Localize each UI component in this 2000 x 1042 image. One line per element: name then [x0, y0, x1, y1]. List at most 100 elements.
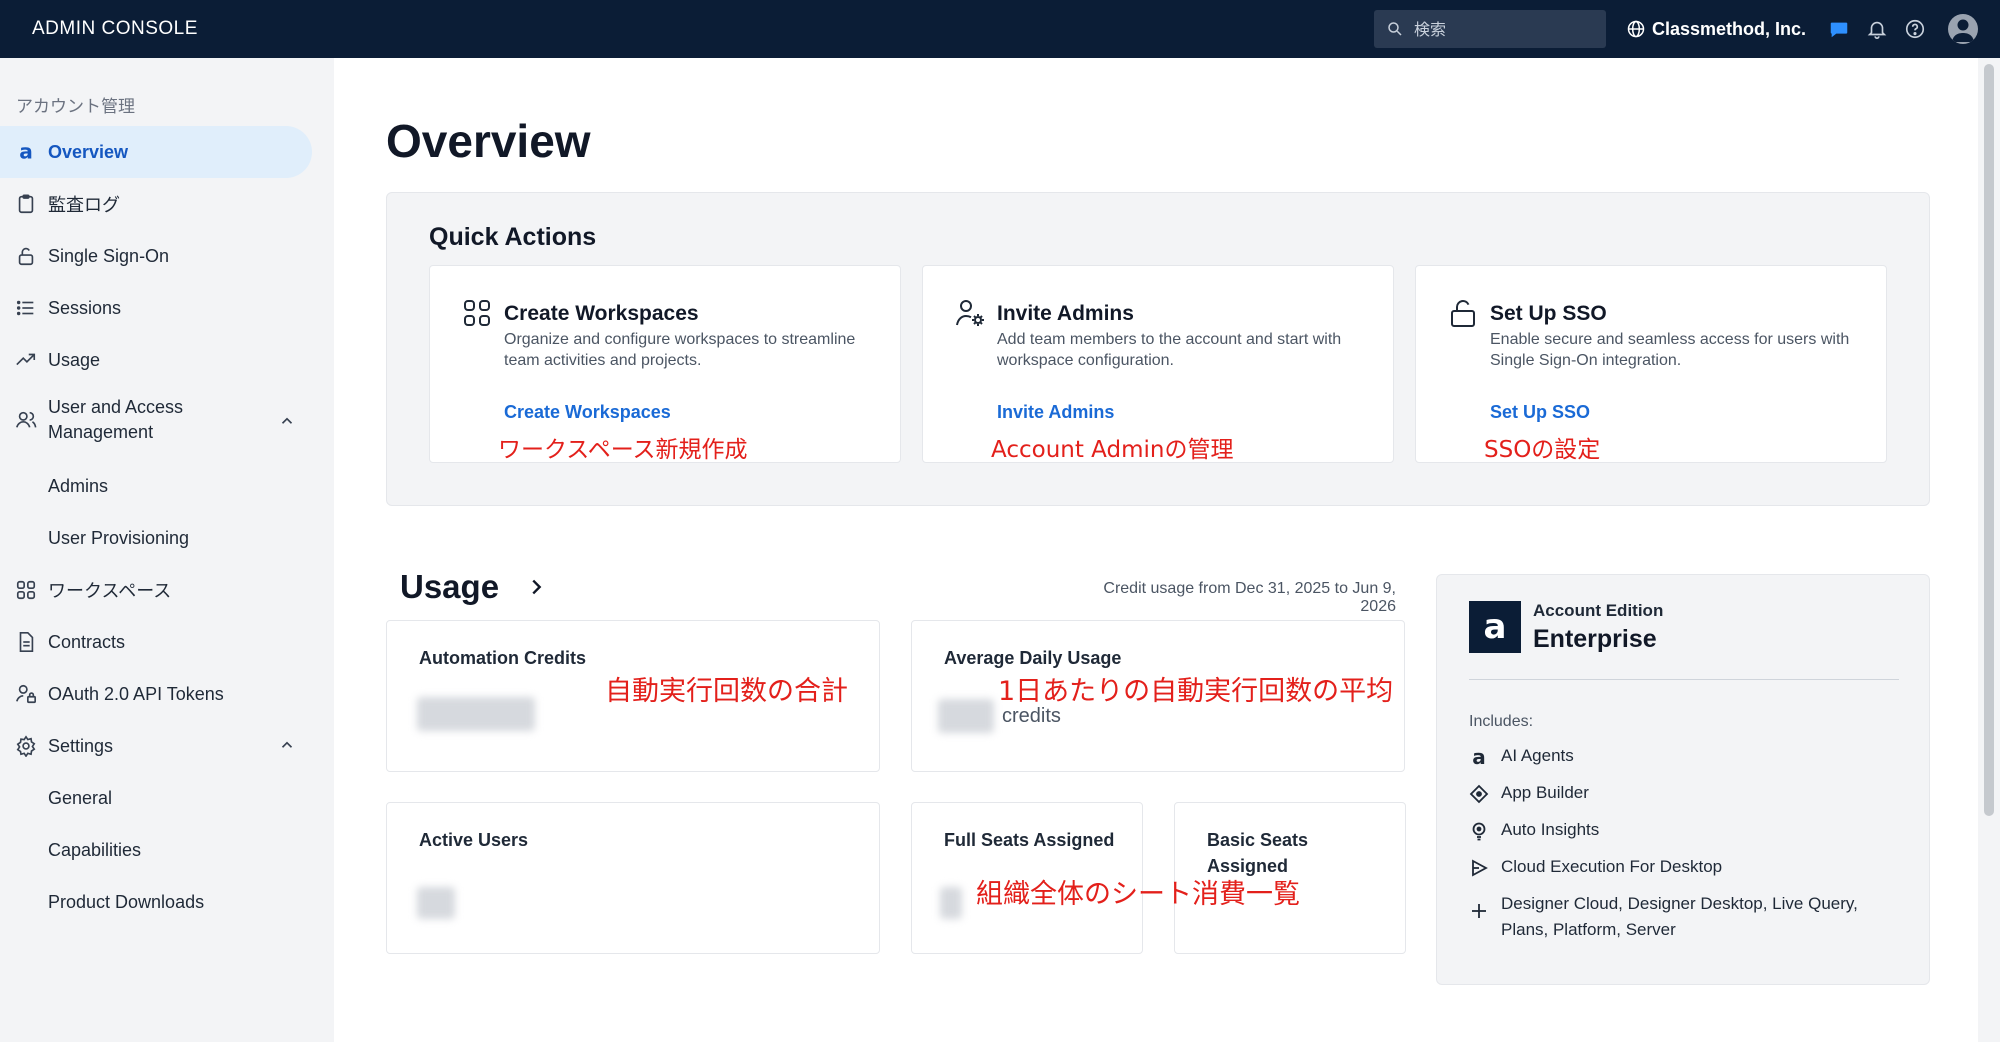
quick-actions-panel: Quick Actions Create Workspaces Organize…: [386, 192, 1930, 506]
sidebar-item-label: Single Sign-On: [48, 245, 170, 266]
annotation-label: 自動実行回数の合計: [605, 676, 848, 707]
quick-action-card-admins: Invite Admins Add team members to the ac…: [922, 265, 1394, 463]
clipboard-icon: [14, 192, 38, 216]
card-description: Enable secure and seamless access for us…: [1490, 331, 1850, 369]
sidebar-item-workspaces[interactable]: ワークスペース: [0, 564, 312, 616]
sidebar-item-label: 監査ログ: [48, 195, 120, 216]
sidebar-item-capabilities[interactable]: Capabilities: [0, 824, 312, 876]
chevron-up-icon[interactable]: [278, 736, 296, 754]
seats-annotation: 組織全体のシート消費一覧: [976, 879, 1300, 910]
play-icon: [1469, 858, 1489, 878]
card-title: Invite Admins: [997, 302, 1134, 325]
included-item: Designer Cloud, Designer Desktop, Live Q…: [1469, 891, 1899, 944]
sidebar-section-label: アカウント管理: [16, 97, 135, 117]
alteryx-logo: a: [1469, 601, 1521, 653]
search-box[interactable]: [1373, 10, 1606, 48]
quick-actions-title: Quick Actions: [429, 223, 597, 251]
annotation-label: 1日あたりの自動実行回数の平均: [998, 676, 1394, 707]
card-title: Create Workspaces: [504, 302, 699, 325]
user-avatar-icon: [1952, 19, 1974, 42]
document-icon: [14, 630, 38, 654]
sidebar-item-label: ワークスペース: [48, 581, 172, 602]
notifications-button[interactable]: [1866, 18, 1888, 40]
globe-icon: [1627, 20, 1645, 38]
included-item-label: Cloud Execution For Desktop: [1501, 857, 1723, 876]
usage-title: Usage: [400, 568, 500, 605]
sidebar-item-label: User Provisioning: [48, 527, 190, 548]
bell-icon: [1867, 21, 1887, 39]
sidebar-item-overview[interactable]: a Overview: [0, 126, 312, 178]
sidebar-item-label: Usage: [48, 349, 101, 370]
sidebar-item-label: User and Access Management: [48, 396, 184, 442]
sidebar-item-audit-log[interactable]: 監査ログ: [0, 178, 312, 230]
alteryx-a-icon: a: [1469, 745, 1489, 769]
scrollbar-thumb[interactable]: [1984, 64, 1994, 816]
includes-label: Includes:: [1469, 713, 1534, 730]
card-title: Set Up SSO: [1490, 302, 1607, 325]
sidebar-item-label: Contracts: [48, 631, 126, 652]
usage-title-link[interactable]: Usage: [400, 568, 547, 606]
sidebar-item-contracts[interactable]: Contracts: [0, 616, 312, 668]
sidebar-item-user-access[interactable]: User and Access Management: [0, 388, 312, 452]
credits-unit: credits: [1002, 705, 1061, 727]
average-daily-usage-label: Average Daily Usage: [944, 648, 1122, 668]
chevron-up-icon[interactable]: [278, 412, 296, 430]
sidebar-item-product-downloads[interactable]: Product Downloads: [0, 876, 312, 928]
svg-text:a: a: [1484, 610, 1507, 644]
sidebar-item-settings[interactable]: Settings: [0, 720, 312, 772]
diamond-icon: [1469, 784, 1489, 804]
sidebar-item-label: Settings: [48, 735, 114, 756]
brand-title: ADMIN CONSOLE: [32, 18, 198, 39]
automation-credits-card: Automation Credits 自動実行回数の合計: [386, 620, 880, 772]
sidebar-item-label: Capabilities: [48, 839, 142, 860]
sidebar-item-general[interactable]: General: [0, 772, 312, 824]
list-icon: [14, 296, 38, 320]
edition-name: Enterprise: [1533, 625, 1657, 653]
search-icon: [1388, 22, 1402, 36]
svg-text:a: a: [19, 141, 33, 163]
alteryx-a-icon: a: [14, 140, 38, 164]
lock-icon: [1448, 298, 1478, 328]
trend-icon: [14, 348, 38, 372]
search-input[interactable]: [1413, 19, 1584, 39]
included-item-label: App Builder: [1501, 783, 1589, 802]
sidebar-item-sessions[interactable]: Sessions: [0, 282, 312, 334]
average-daily-usage-card: Average Daily Usage credits 1日あたりの自動実行回数…: [911, 620, 1405, 772]
blurred-value: [938, 699, 994, 733]
included-item: Cloud Execution For Desktop: [1469, 854, 1722, 880]
page-scrollbar[interactable]: [1978, 58, 2000, 1042]
sidebar-item-oauth-tokens[interactable]: OAuth 2.0 API Tokens: [0, 668, 312, 720]
sidebar-item-admins[interactable]: Admins: [0, 460, 312, 512]
sidebar-item-label: General: [48, 787, 113, 808]
quick-action-card-workspaces: Create Workspaces Organize and configure…: [429, 265, 901, 463]
sidebar-item-usage[interactable]: Usage: [0, 334, 312, 386]
grid-icon: [14, 578, 38, 602]
annotation-label: ワークスペース新規作成: [498, 437, 748, 463]
help-icon: [1905, 19, 1925, 39]
avatar[interactable]: [1948, 14, 1978, 44]
set-up-sso-link[interactable]: Set Up SSO: [1490, 402, 1590, 423]
blurred-value: [940, 887, 962, 919]
sidebar-item-label: Admins: [48, 475, 109, 496]
chat-button[interactable]: [1828, 18, 1850, 40]
sidebar-item-label: Sessions: [48, 297, 122, 318]
help-button[interactable]: [1904, 18, 1926, 40]
users-icon: [14, 408, 38, 432]
main-content: Overview Quick Actions Create Workspaces…: [334, 58, 1978, 1042]
user-lock-icon: [14, 682, 38, 706]
active-users-card: Active Users: [386, 802, 880, 954]
create-workspaces-link[interactable]: Create Workspaces: [504, 402, 671, 423]
sidebar-item-user-provisioning[interactable]: User Provisioning: [0, 512, 312, 564]
sidebar-item-label: Overview: [48, 141, 129, 162]
org-switcher[interactable]: Classmethod, Inc.: [1626, 19, 1806, 40]
annotation-label: SSOの設定: [1484, 437, 1601, 463]
edition-label: Account Edition: [1533, 601, 1664, 620]
quick-action-card-sso: Set Up SSO Enable secure and seamless ac…: [1415, 265, 1887, 463]
included-item-label: AI Agents: [1501, 746, 1574, 765]
invite-admins-link[interactable]: Invite Admins: [997, 402, 1114, 423]
sidebar-item-sso[interactable]: Single Sign-On: [0, 230, 312, 282]
chevron-right-icon: [532, 579, 542, 595]
org-name: Classmethod, Inc.: [1651, 18, 1806, 39]
top-bar-actions: Classmethod, Inc.: [1373, 0, 2000, 58]
included-item-label: Auto Insights: [1501, 820, 1600, 839]
